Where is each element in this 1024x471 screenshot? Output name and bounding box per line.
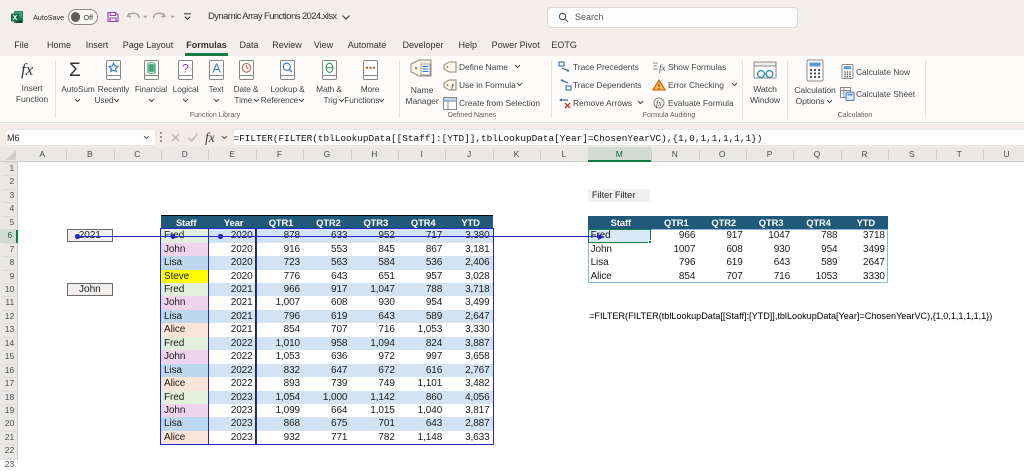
svg-text:X: X: [13, 15, 18, 22]
svg-text:fx: fx: [205, 130, 215, 145]
svg-text:?: ?: [182, 62, 189, 76]
svg-text:Σ: Σ: [69, 60, 81, 79]
svg-text:fx: fx: [659, 63, 666, 73]
svg-text:fx: fx: [21, 60, 34, 79]
svg-text:A: A: [212, 62, 221, 76]
svg-text:fx: fx: [656, 99, 662, 108]
